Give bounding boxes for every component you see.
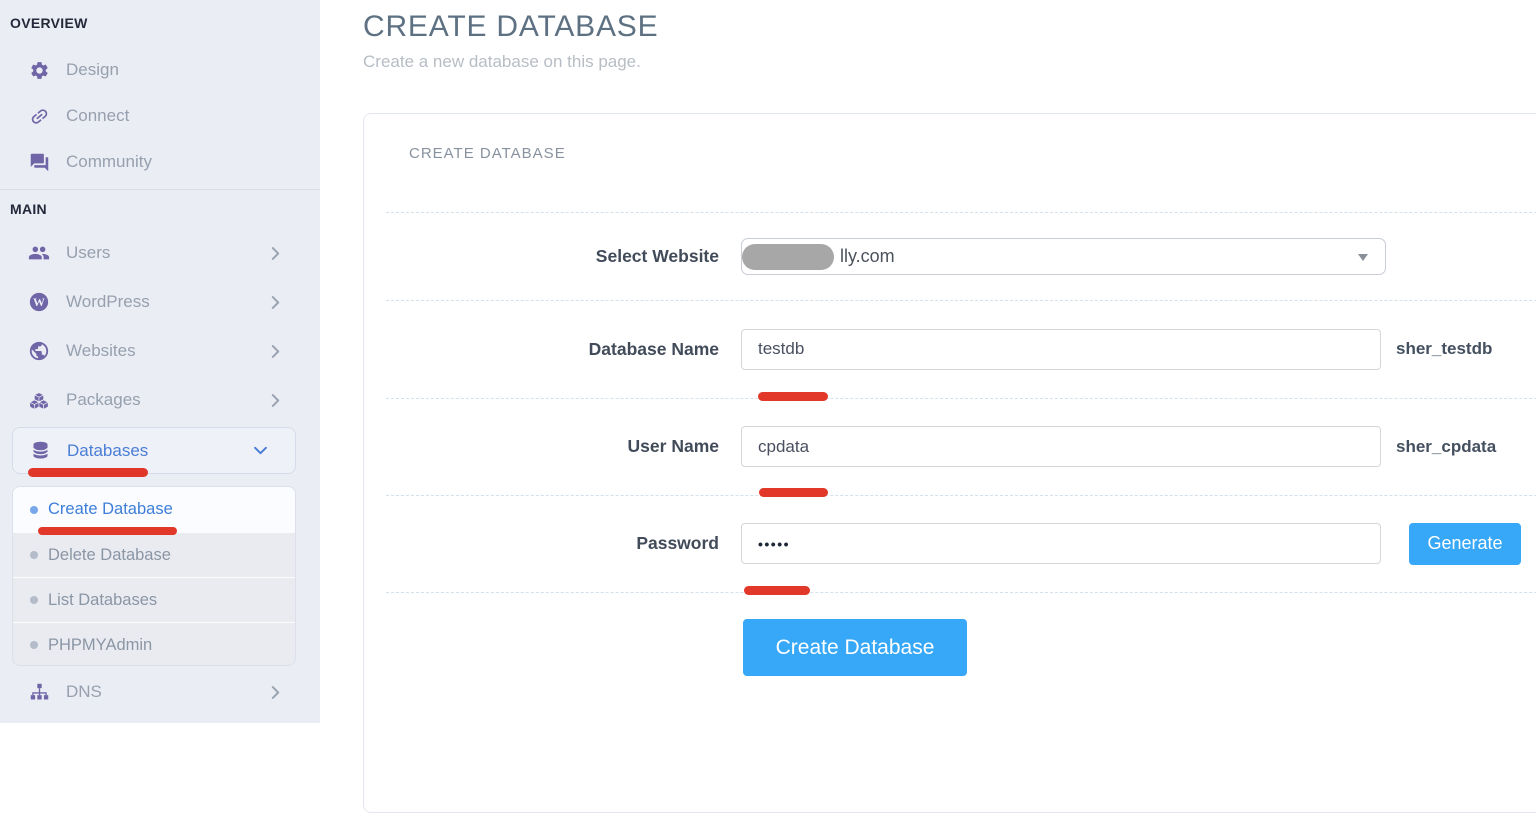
- annotation-underline-databases: [28, 468, 148, 477]
- sidebar-divider: [0, 189, 320, 190]
- page-subtitle: Create a new database on this page.: [363, 52, 641, 72]
- sidebar-item-label: Community: [66, 152, 152, 172]
- submenu-item-delete-database[interactable]: Delete Database: [13, 532, 295, 577]
- user-name-field: sher_cpdata: [741, 426, 1496, 467]
- user-name-input[interactable]: [741, 426, 1381, 467]
- database-name-field: sher_testdb: [741, 329, 1492, 370]
- password-field: Generate: [741, 523, 1521, 565]
- sidebar-item-design[interactable]: Design: [0, 47, 320, 93]
- globe-icon: [28, 340, 50, 362]
- bullet-icon: [30, 641, 38, 649]
- chevron-right-icon: [271, 296, 280, 309]
- sidebar-item-label: Packages: [66, 390, 141, 410]
- sidebar-item-wordpress[interactable]: W WordPress: [0, 279, 320, 325]
- sidebar-item-label: Connect: [66, 106, 129, 126]
- sidebar-item-dns[interactable]: DNS: [0, 669, 320, 715]
- create-database-button[interactable]: Create Database: [743, 619, 967, 676]
- website-select-value: lly.com: [840, 246, 895, 267]
- caret-down-icon: [1358, 254, 1368, 261]
- select-website-label: Select Website: [386, 246, 719, 267]
- chevron-right-icon: [271, 394, 280, 407]
- link-icon: [28, 105, 50, 127]
- sidebar-section-overview: OVERVIEW: [10, 15, 88, 31]
- chevron-right-icon: [271, 345, 280, 358]
- sidebar: OVERVIEW Design Connect Community MAIN: [0, 0, 320, 723]
- submenu-item-phpmyadmin[interactable]: PHPMYAdmin: [13, 622, 295, 666]
- submenu-item-label: List Databases: [48, 591, 157, 610]
- row-separator: [386, 592, 1536, 593]
- submenu-item-list-databases[interactable]: List Databases: [13, 577, 295, 622]
- password-label: Password: [386, 533, 719, 554]
- card-title: CREATE DATABASE: [409, 145, 566, 162]
- sitemap-icon: [28, 681, 50, 703]
- cubes-icon: [28, 389, 50, 411]
- submenu-item-label: Delete Database: [48, 546, 171, 565]
- password-input[interactable]: [741, 523, 1381, 564]
- chevron-right-icon: [271, 686, 280, 699]
- sidebar-item-databases[interactable]: Databases: [12, 427, 296, 474]
- sidebar-item-label: DNS: [66, 682, 102, 702]
- sidebar-item-label: Design: [66, 60, 119, 80]
- sidebar-item-users[interactable]: Users: [0, 230, 320, 276]
- user-full-name: sher_cpdata: [1396, 437, 1496, 457]
- main-content: CREATE DATABASE Create a new database on…: [320, 0, 1536, 723]
- sidebar-item-label: Users: [66, 243, 110, 263]
- databases-submenu: Create Database Delete Database List Dat…: [12, 486, 296, 666]
- database-icon: [29, 440, 51, 462]
- create-database-card: CREATE DATABASE Select Website lly.com: [363, 113, 1536, 813]
- sidebar-item-connect[interactable]: Connect: [0, 93, 320, 139]
- sidebar-item-packages[interactable]: Packages: [0, 377, 320, 423]
- chevron-right-icon: [271, 247, 280, 260]
- sidebar-item-label: Databases: [67, 441, 148, 461]
- gear-icon: [28, 59, 50, 81]
- database-name-input[interactable]: [741, 329, 1381, 370]
- generate-password-button[interactable]: Generate: [1409, 523, 1521, 565]
- sidebar-item-community[interactable]: Community: [0, 139, 320, 185]
- bullet-icon: [30, 506, 38, 514]
- submenu-item-label: Create Database: [48, 500, 173, 519]
- database-full-name: sher_testdb: [1396, 339, 1492, 359]
- select-website-field: lly.com: [741, 238, 1386, 275]
- users-icon: [28, 242, 50, 264]
- redaction-blur: [742, 244, 834, 270]
- submenu-item-label: PHPMYAdmin: [48, 636, 152, 655]
- sidebar-item-websites[interactable]: Websites: [0, 328, 320, 374]
- wordpress-icon: W: [28, 291, 50, 313]
- password-row: Password Generate: [386, 495, 1536, 592]
- bullet-icon: [30, 551, 38, 559]
- svg-text:W: W: [33, 295, 45, 309]
- annotation-underline-password: [744, 586, 810, 595]
- chevron-down-icon: [254, 446, 267, 455]
- sidebar-section-main: MAIN: [10, 201, 47, 217]
- app-root: OVERVIEW Design Connect Community MAIN: [0, 0, 1536, 723]
- select-website-row: Select Website lly.com: [386, 212, 1536, 300]
- user-name-row: User Name sher_cpdata: [386, 398, 1536, 495]
- submenu-item-create-database[interactable]: Create Database: [13, 487, 295, 532]
- website-select[interactable]: lly.com: [741, 238, 1386, 275]
- annotation-underline-create-database: [38, 527, 177, 535]
- database-name-row: Database Name sher_testdb: [386, 300, 1536, 398]
- page-title: CREATE DATABASE: [363, 10, 658, 44]
- database-name-label: Database Name: [386, 339, 719, 360]
- sidebar-item-label: WordPress: [66, 292, 150, 312]
- bullet-icon: [30, 596, 38, 604]
- user-name-label: User Name: [386, 436, 719, 457]
- chat-icon: [28, 151, 50, 173]
- sidebar-item-label: Websites: [66, 341, 136, 361]
